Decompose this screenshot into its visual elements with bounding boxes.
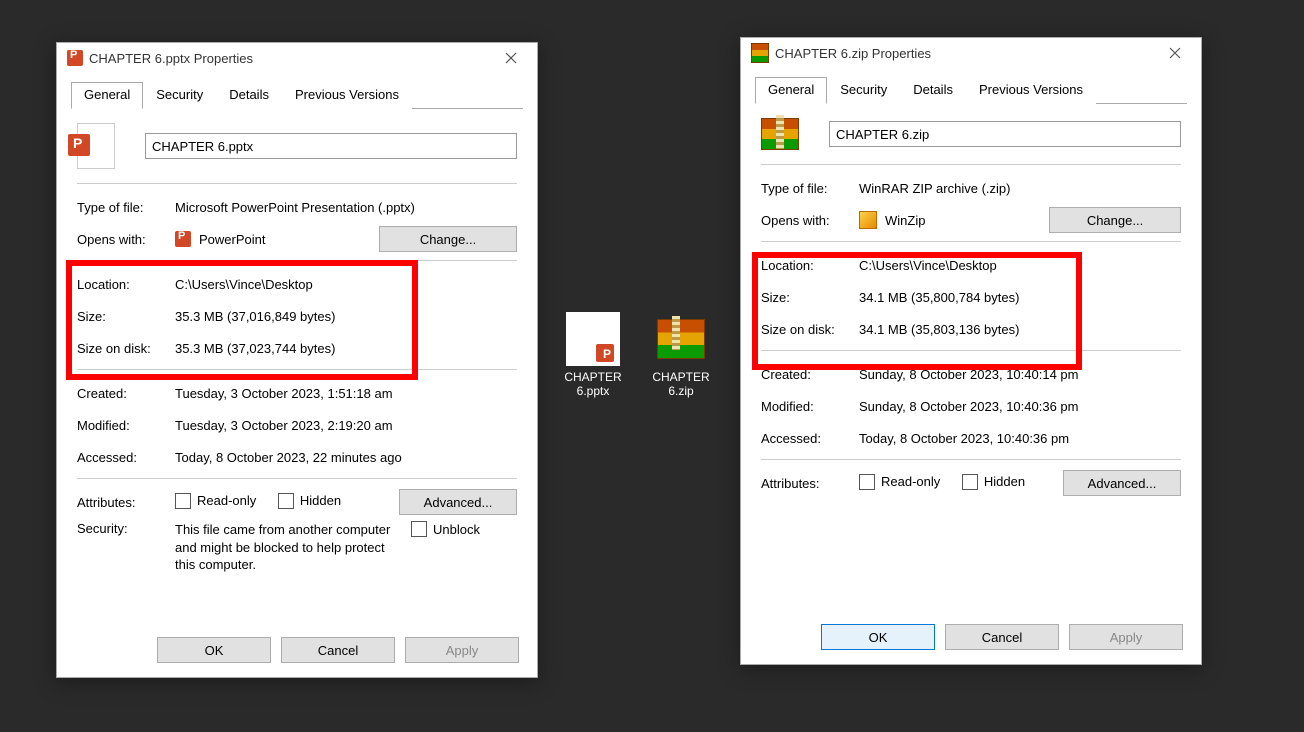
tab-details[interactable]: Details (900, 77, 966, 104)
label-size-on-disk: Size on disk: (77, 341, 175, 356)
label-size-on-disk: Size on disk: (761, 322, 859, 337)
value-opens-with: PowerPoint (199, 232, 265, 247)
close-button[interactable] (1157, 39, 1193, 67)
properties-dialog-zip: CHAPTER 6.zip Properties General Securit… (740, 37, 1202, 665)
cancel-button[interactable]: Cancel (281, 637, 395, 663)
value-accessed: Today, 8 October 2023, 10:40:36 pm (859, 431, 1181, 446)
window-title: CHAPTER 6.pptx Properties (83, 51, 493, 66)
filename-input[interactable]: CHAPTER 6.pptx (145, 133, 517, 159)
readonly-checkbox[interactable]: Read-only (859, 474, 940, 490)
value-type-of-file: WinRAR ZIP archive (.zip) (859, 181, 1181, 196)
pptx-file-icon: P (566, 312, 620, 366)
label-created: Created: (761, 367, 859, 382)
value-created: Sunday, 8 October 2023, 10:40:14 pm (859, 367, 1181, 382)
apply-button[interactable]: Apply (1069, 624, 1183, 650)
close-icon (505, 52, 517, 64)
label-size: Size: (77, 309, 175, 324)
label-size: Size: (761, 290, 859, 305)
zip-icon (751, 43, 769, 63)
value-security-msg: This file came from another computer and… (175, 521, 405, 574)
label-created: Created: (77, 386, 175, 401)
label-opens-with: Opens with: (77, 232, 175, 247)
advanced-button[interactable]: Advanced... (1063, 470, 1181, 496)
label-type-of-file: Type of file: (77, 200, 175, 215)
value-location: C:\Users\Vince\Desktop (175, 277, 517, 292)
value-size-on-disk: 34.1 MB (35,803,136 bytes) (859, 322, 1181, 337)
pptx-icon (67, 50, 83, 66)
advanced-button[interactable]: Advanced... (399, 489, 517, 515)
tab-details[interactable]: Details (216, 82, 282, 109)
label-security: Security: (77, 521, 175, 536)
titlebar[interactable]: CHAPTER 6.pptx Properties (57, 43, 537, 73)
close-button[interactable] (493, 44, 529, 72)
desktop-icon-label: CHAPTER 6.pptx (556, 370, 630, 398)
ok-button[interactable]: OK (157, 637, 271, 663)
label-opens-with: Opens with: (761, 213, 859, 228)
label-attributes: Attributes: (761, 476, 859, 491)
desktop-icon-pptx[interactable]: P CHAPTER 6.pptx (556, 312, 630, 398)
label-attributes: Attributes: (77, 495, 175, 510)
label-location: Location: (761, 258, 859, 273)
value-size-on-disk: 35.3 MB (37,023,744 bytes) (175, 341, 517, 356)
titlebar[interactable]: CHAPTER 6.zip Properties (741, 38, 1201, 68)
value-type-of-file: Microsoft PowerPoint Presentation (.pptx… (175, 200, 517, 215)
desktop-icon-zip[interactable]: CHAPTER 6.zip (644, 312, 718, 398)
value-location: C:\Users\Vince\Desktop (859, 258, 1181, 273)
close-icon (1169, 47, 1181, 59)
hidden-checkbox[interactable]: Hidden (278, 493, 341, 509)
value-accessed: Today, 8 October 2023, 22 minutes ago (175, 450, 517, 465)
tab-security[interactable]: Security (827, 77, 900, 104)
tab-general[interactable]: General (755, 77, 827, 104)
window-title: CHAPTER 6.zip Properties (769, 46, 1157, 61)
tabs: General Security Details Previous Versio… (755, 76, 1187, 104)
tab-previous-versions[interactable]: Previous Versions (282, 82, 412, 109)
filename-input[interactable]: CHAPTER 6.zip (829, 121, 1181, 147)
value-opens-with: WinZip (885, 213, 925, 228)
zip-file-icon (654, 312, 708, 366)
change-button[interactable]: Change... (1049, 207, 1181, 233)
properties-dialog-pptx: CHAPTER 6.pptx Properties General Securi… (56, 42, 538, 678)
value-created: Tuesday, 3 October 2023, 1:51:18 am (175, 386, 517, 401)
file-large-icon (77, 123, 115, 169)
cancel-button[interactable]: Cancel (945, 624, 1059, 650)
hidden-checkbox[interactable]: Hidden (962, 474, 1025, 490)
file-large-icon (761, 118, 799, 150)
label-modified: Modified: (77, 418, 175, 433)
tab-general[interactable]: General (71, 82, 143, 109)
tab-previous-versions[interactable]: Previous Versions (966, 77, 1096, 104)
unblock-checkbox[interactable]: Unblock (411, 521, 480, 537)
change-button[interactable]: Change... (379, 226, 517, 252)
tabs: General Security Details Previous Versio… (71, 81, 523, 109)
label-type-of-file: Type of file: (761, 181, 859, 196)
label-accessed: Accessed: (761, 431, 859, 446)
label-modified: Modified: (761, 399, 859, 414)
value-size: 34.1 MB (35,800,784 bytes) (859, 290, 1181, 305)
winzip-app-icon (859, 211, 877, 229)
tab-security[interactable]: Security (143, 82, 216, 109)
desktop-icon-label: CHAPTER 6.zip (644, 370, 718, 398)
value-modified: Tuesday, 3 October 2023, 2:19:20 am (175, 418, 517, 433)
label-location: Location: (77, 277, 175, 292)
apply-button[interactable]: Apply (405, 637, 519, 663)
value-size: 35.3 MB (37,016,849 bytes) (175, 309, 517, 324)
value-modified: Sunday, 8 October 2023, 10:40:36 pm (859, 399, 1181, 414)
ok-button[interactable]: OK (821, 624, 935, 650)
powerpoint-app-icon (175, 231, 191, 247)
readonly-checkbox[interactable]: Read-only (175, 493, 256, 509)
label-accessed: Accessed: (77, 450, 175, 465)
